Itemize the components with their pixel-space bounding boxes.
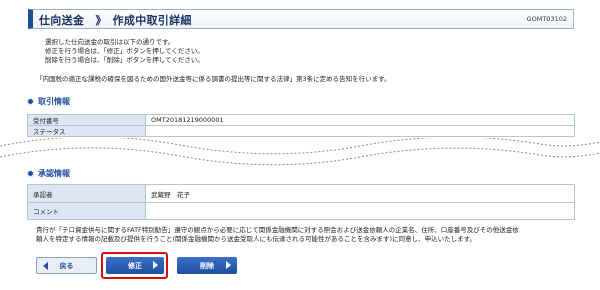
page-header: 仕向送金 》 作成中取引詳細 GOMT03102 (28, 9, 574, 29)
note-line: 選択した仕向送金の取引は以下の通りです。 (45, 38, 175, 46)
section-bullet-icon (27, 98, 34, 105)
delete-button-label: 削除 (200, 261, 214, 270)
row-value (145, 202, 575, 220)
row-label: 受付番号 (27, 114, 146, 126)
arrow-left-icon (43, 262, 48, 270)
row-label: ステータス (27, 125, 146, 137)
page-title: 仕向送金 》 作成中取引詳細 (39, 14, 192, 27)
table-row: 受付番号 OMT20181219000001 (27, 114, 575, 126)
section-heading-text: 取引情報 (38, 97, 70, 106)
edit-button-label: 修正 (128, 261, 142, 270)
table-row: 承認者 武蔵野 花子 (27, 184, 575, 203)
arrow-right-icon (226, 261, 231, 269)
arrow-right-icon (153, 261, 158, 269)
back-button[interactable]: 戻る (36, 257, 97, 274)
approval-section-heading: 承認情報 (27, 168, 70, 179)
screen-id: GOMT03102 (526, 15, 567, 23)
back-button-label: 戻る (59, 261, 74, 270)
delete-button[interactable]: 削除 (177, 257, 237, 274)
row-label: 承認者 (27, 184, 146, 203)
row-value: 武蔵野 花子 (145, 184, 575, 203)
disclaimer-line: 頼人を特定する情報の記載及び提供を行うこと(関係金融機関から送金受取人にも伝達さ… (36, 235, 476, 243)
instruction-notes: 選択した仕向送金の取引は以下の通りです。 修正を行う場合は、「修正」ボタンを押し… (45, 38, 204, 65)
note-line: 削除を行う場合は、「削除」ボタンを押してください。 (45, 56, 204, 64)
table-row: ステータス (27, 125, 575, 137)
row-value: OMT20181219000001 (145, 114, 575, 126)
omission-break (0, 138, 600, 168)
section-heading-text: 承認情報 (38, 169, 70, 178)
note-line: 修正を行う場合は、「修正」ボタンを押してください。 (45, 47, 204, 55)
transaction-section-heading: 取引情報 (27, 96, 70, 107)
transaction-info-table: 受付番号 OMT20181219000001 ステータス (27, 114, 575, 137)
consent-disclaimer: 貴行が「テロ資金供与に関するFATF特別勧告」遵守の観点から必要に応じて関係金融… (36, 226, 519, 244)
section-bullet-icon (27, 170, 34, 177)
law-notice: 「内国税の適正な課税の確保を図るための国外送金等に係る調書の提出等に関する法律」… (36, 75, 391, 83)
approval-info-table: 承認者 武蔵野 花子 コメント (27, 184, 575, 220)
row-value (145, 125, 575, 137)
edit-button[interactable]: 修正 (106, 257, 164, 274)
table-row: コメント (27, 202, 575, 220)
disclaimer-line: 貴行が「テロ資金供与に関するFATF特別勧告」遵守の観点から必要に応じて関係金融… (36, 226, 519, 234)
row-label: コメント (27, 202, 146, 220)
